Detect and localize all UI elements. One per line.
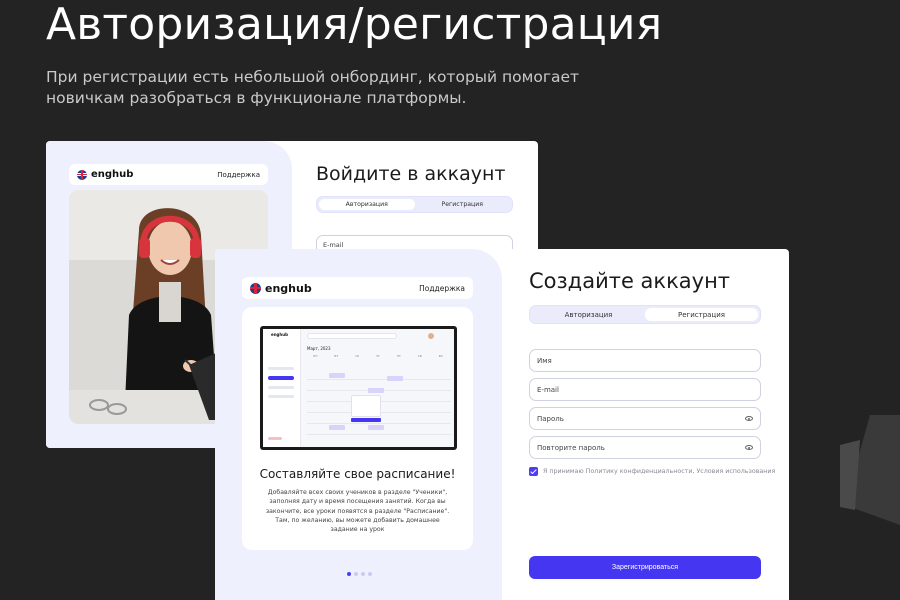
show-password-icon[interactable] bbox=[745, 416, 753, 421]
password-placeholder: Пароль bbox=[537, 414, 564, 423]
preview-event bbox=[351, 418, 381, 422]
email-placeholder: E-mail bbox=[537, 385, 559, 394]
preview-day: ВС bbox=[438, 354, 443, 358]
email-field[interactable]: E-mail bbox=[529, 378, 761, 401]
email-placeholder: E-mail bbox=[323, 241, 344, 249]
preview-sidebar: enghub bbox=[263, 329, 301, 447]
preview-popup bbox=[351, 395, 381, 417]
password-field[interactable]: Пароль bbox=[529, 407, 761, 430]
preview-nav-item bbox=[268, 386, 294, 389]
uk-flag-icon bbox=[77, 169, 87, 180]
preview-avatar bbox=[428, 333, 434, 339]
show-password-icon[interactable] bbox=[745, 445, 753, 450]
support-link[interactable]: Поддержка bbox=[217, 171, 260, 179]
brand-logo[interactable]: enghub bbox=[250, 282, 312, 295]
preview-nav-item-active bbox=[268, 376, 294, 380]
preview-day: СБ bbox=[417, 354, 422, 358]
preview-day: ПТ bbox=[396, 354, 401, 358]
login-tabs: Авторизация Регистрация bbox=[316, 196, 513, 213]
pagination-dot[interactable] bbox=[347, 572, 351, 576]
signup-brand-bar: enghub Поддержка bbox=[242, 277, 473, 299]
register-button[interactable]: Зарегистрироваться bbox=[529, 556, 761, 579]
onboarding-card: enghub Март, 2023 ПН ВТ СР ЧТ ПТ СБ ВС С… bbox=[242, 307, 473, 550]
schedule-preview-screen: enghub Март, 2023 ПН ВТ СР ЧТ ПТ СБ ВС bbox=[263, 329, 454, 447]
tab-registration[interactable]: Регистрация bbox=[645, 308, 758, 321]
repeat-password-placeholder: Повторите пароль bbox=[537, 443, 605, 452]
login-brand-bar: enghub Поддержка bbox=[69, 164, 268, 185]
support-link[interactable]: Поддержка bbox=[419, 284, 465, 293]
page-subtitle: При регистрации есть небольшой онбординг… bbox=[46, 67, 606, 109]
subtitle-line-2: новичкам разобраться в функционале платф… bbox=[46, 89, 467, 107]
page-title: Авторизация/регистрация bbox=[46, 0, 663, 50]
onboarding-pane: enghub Поддержка enghub Март, 2023 ПН ВТ… bbox=[215, 249, 502, 600]
tab-registration[interactable]: Регистрация bbox=[415, 199, 511, 210]
preview-event bbox=[368, 425, 384, 430]
brand-name: enghub bbox=[265, 281, 312, 295]
onboarding-text: Добавляйте всех своих учеников в разделе… bbox=[265, 489, 450, 534]
pagination-dot[interactable] bbox=[354, 572, 358, 576]
repeat-password-field[interactable]: Повторите пароль bbox=[529, 436, 761, 459]
login-title: Войдите в аккаунт bbox=[316, 163, 506, 185]
preview-month: Март, 2023 bbox=[307, 346, 331, 351]
signup-title: Создайте аккаунт bbox=[529, 269, 731, 293]
preview-day: ЧТ bbox=[375, 354, 380, 358]
consent-label[interactable]: Я принимаю Политику конфиденциальности, … bbox=[543, 468, 775, 475]
pagination-dot[interactable] bbox=[368, 572, 372, 576]
preview-search bbox=[307, 333, 397, 339]
name-field[interactable]: Имя bbox=[529, 349, 761, 372]
preview-nav-item bbox=[268, 395, 294, 398]
consent-checkbox[interactable] bbox=[529, 467, 538, 476]
preview-event bbox=[368, 388, 384, 393]
uk-flag-icon bbox=[250, 282, 261, 294]
preview-day: СР bbox=[355, 354, 360, 358]
brand-logo[interactable]: enghub bbox=[77, 169, 133, 180]
schedule-preview: enghub Март, 2023 ПН ВТ СР ЧТ ПТ СБ ВС bbox=[260, 326, 457, 450]
signup-tabs: Авторизация Регистрация bbox=[529, 305, 761, 324]
signup-window: enghub Поддержка enghub Март, 2023 ПН ВТ… bbox=[215, 249, 789, 600]
onboarding-title: Составляйте свое расписание! bbox=[259, 467, 456, 481]
decorative-shape bbox=[840, 415, 900, 525]
consent-row: Я принимаю Политику конфиденциальности, … bbox=[529, 467, 775, 476]
preview-brand: enghub bbox=[271, 332, 288, 337]
brand-name: enghub bbox=[91, 169, 134, 180]
preview-event bbox=[329, 425, 345, 430]
preview-day: ВТ bbox=[334, 354, 339, 358]
preview-day: ПН bbox=[313, 354, 318, 358]
pagination-dot[interactable] bbox=[361, 572, 365, 576]
preview-event bbox=[387, 376, 403, 381]
preview-nav-item bbox=[268, 367, 294, 370]
preview-logout bbox=[268, 437, 282, 440]
preview-event bbox=[329, 373, 345, 378]
name-placeholder: Имя bbox=[537, 356, 552, 365]
onboarding-pagination bbox=[347, 572, 372, 576]
preview-days: ПН ВТ СР ЧТ ПТ СБ ВС bbox=[313, 354, 443, 358]
tab-authorization[interactable]: Авторизация bbox=[532, 308, 645, 321]
subtitle-line-1: При регистрации есть небольшой онбординг… bbox=[46, 68, 580, 86]
tab-authorization[interactable]: Авторизация bbox=[319, 199, 415, 210]
